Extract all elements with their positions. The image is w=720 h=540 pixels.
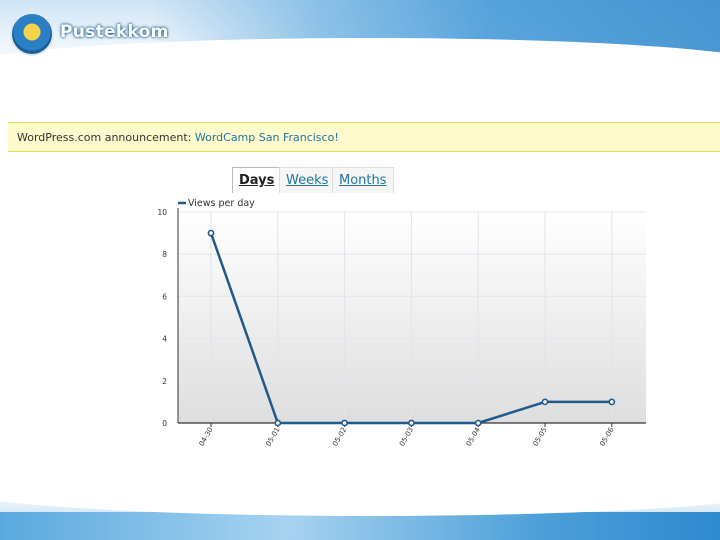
- x-tick-label: 05-03: [398, 426, 415, 448]
- y-tick-label: 4: [162, 335, 167, 344]
- plot-area: [178, 212, 646, 423]
- institution-emblem-icon: [10, 12, 54, 56]
- legend-label: Views per day: [188, 198, 255, 209]
- x-tick-label: 05-06: [598, 426, 615, 448]
- data-point: [541, 398, 549, 406]
- data-point: [207, 229, 215, 237]
- x-tick-label: 05-01: [264, 426, 281, 448]
- data-point: [474, 419, 482, 427]
- x-tick-label: 05-05: [532, 426, 549, 448]
- y-tick-label: 10: [157, 208, 167, 217]
- data-point: [341, 419, 348, 427]
- views-chart: 0 2 4 6 8 10 04-30 05-01 05-02 05-03 05-04 05-05 05-…: [157, 198, 646, 448]
- data-point: [608, 398, 616, 406]
- footer-band: [0, 512, 720, 540]
- data-point: [274, 419, 282, 427]
- x-tick-label: 04-30: [198, 426, 215, 448]
- brand-name: Pustekkom: [60, 22, 169, 42]
- y-tick-label: 2: [162, 377, 167, 386]
- stats-screenshot: WordPress.com announcement: WordCamp San…: [0, 106, 720, 478]
- header-banner: Pustekkom: [0, 0, 720, 80]
- x-tick-label: 05-02: [331, 426, 348, 448]
- header-wave: [0, 38, 720, 80]
- footer-banner: [0, 490, 720, 540]
- y-tick-label: 8: [162, 250, 167, 259]
- y-tick-label: 6: [162, 292, 167, 301]
- x-tick-label: 05-04: [465, 426, 482, 448]
- data-point: [407, 419, 415, 427]
- y-tick-label: 0: [162, 419, 167, 428]
